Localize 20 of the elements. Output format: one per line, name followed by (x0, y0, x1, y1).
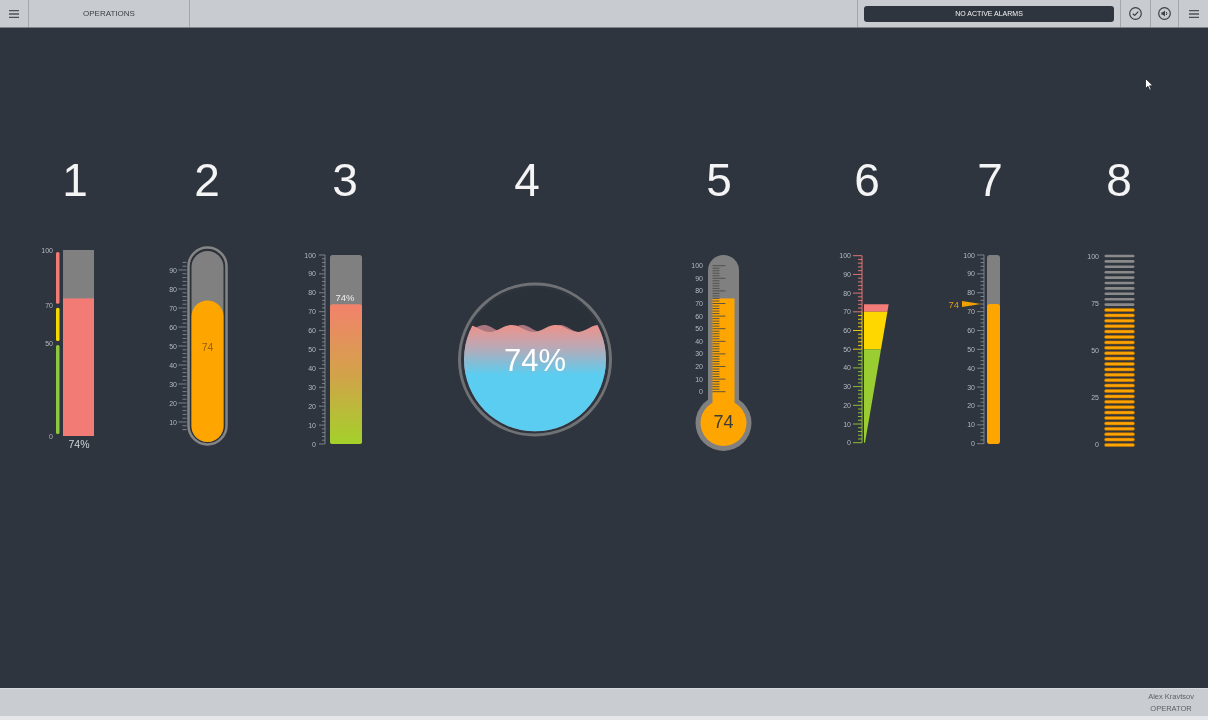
check-circle-icon[interactable] (1129, 7, 1142, 20)
gauge-reading: 74 (713, 412, 734, 432)
gauge-number: 6 (854, 157, 880, 203)
gauge-number: 5 (706, 157, 732, 203)
gauge-reading: 74 (201, 340, 214, 353)
gauge-number: 8 (1106, 157, 1132, 203)
speaker-icon[interactable] (1158, 7, 1171, 20)
gauge-number: 4 (514, 157, 540, 203)
gauge-reading: 74% (335, 291, 355, 303)
section-title: OPERATIONS (83, 9, 135, 18)
gauge-number: 7 (977, 157, 1003, 203)
gauge-reading: 74% (504, 342, 566, 378)
gauge-number: 3 (332, 157, 358, 203)
menu-icon[interactable] (9, 9, 19, 18)
gauge-reading: 74% (68, 438, 90, 450)
gauge-number: 1 (62, 157, 88, 203)
menu-icon[interactable] (1188, 9, 1199, 18)
gauge-number: 2 (194, 157, 220, 203)
gauge-reading: 74 (948, 298, 959, 310)
cursor-icon (1145, 78, 1154, 91)
